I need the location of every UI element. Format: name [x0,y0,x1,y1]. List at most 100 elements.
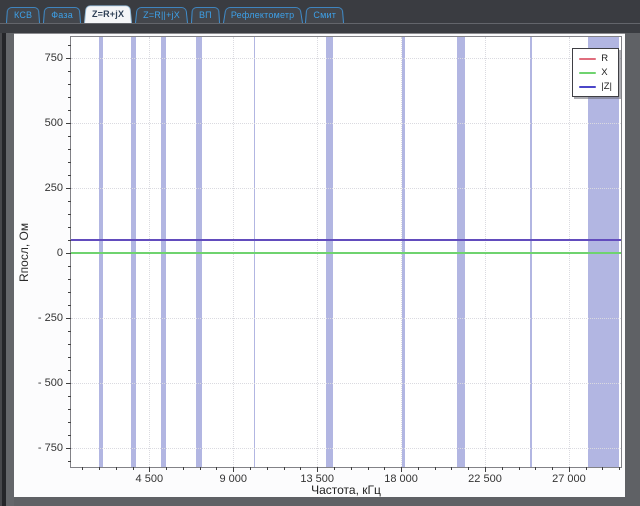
x-minor-tick [250,467,251,470]
x-minor-tick [435,467,436,470]
y-minor-tick [68,45,71,46]
y-gridline [71,58,621,59]
y-minor-tick [68,201,71,202]
y-tick-label: 0 [57,247,63,259]
legend-label-x: X [601,68,607,77]
tab-faza-label: Фаза [51,10,73,20]
x-minor-tick [300,467,301,470]
plot-area[interactable]: 4 5009 00013 50018 00022 50027 000750500… [70,36,622,468]
y-minor-tick [68,292,71,293]
x-minor-tick [502,467,503,470]
y-minor-tick [68,331,71,332]
legend-item-z: |Z| [579,82,612,91]
x-minor-tick [535,467,536,470]
tab-vp-label: ВП [199,10,212,20]
x-minor-tick [166,467,167,470]
x-minor-tick [368,467,369,470]
y-gridline [71,448,621,449]
x-minor-tick [418,467,419,470]
legend: R X |Z| [572,48,619,97]
y-axis-title: Rпосл, Ом [17,36,31,468]
tab-z-series[interactable]: Z=R+jX [84,4,132,23]
y-minor-tick [68,110,71,111]
x-major-tick [485,467,486,472]
y-major-tick [66,58,71,59]
y-minor-tick [68,344,71,345]
legend-item-x: X [579,68,612,77]
x-minor-tick [82,467,83,470]
y-minor-tick [68,370,71,371]
y-tick-label: - 250 [38,312,63,324]
y-minor-tick [68,461,71,462]
x-minor-tick [334,467,335,470]
tab-strip: КСВ Фаза Z=R+jX Z=R||+jX ВП Рефлектометр… [6,6,344,23]
series-line-X [71,252,621,254]
x-minor-tick [384,467,385,470]
y-minor-tick [68,214,71,215]
x-major-tick [569,467,570,472]
x-minor-tick [451,467,452,470]
y-tick-label: 750 [45,52,63,64]
x-minor-tick [619,467,620,470]
y-tick-label: - 750 [38,442,63,454]
x-minor-tick [200,467,201,470]
x-minor-tick [586,467,587,470]
tab-vp[interactable]: ВП [191,6,220,23]
x-minor-tick [468,467,469,470]
window-frame-left [0,0,14,506]
x-major-tick [317,467,318,472]
y-minor-tick [68,97,71,98]
y-major-tick [66,188,71,189]
legend-label-z: |Z| [601,82,612,91]
y-minor-tick [68,266,71,267]
y-minor-tick [68,175,71,176]
y-minor-tick [68,409,71,410]
tab-bar: КСВ Фаза Z=R+jX Z=R||+jX ВП Рефлектометр… [0,0,640,33]
y-minor-tick [68,149,71,150]
y-minor-tick [68,279,71,280]
x-minor-tick [351,467,352,470]
tab-smith-label: Смит [313,10,336,20]
y-minor-tick [68,435,71,436]
legend-swatch-x-line [579,72,596,74]
y-major-tick [66,448,71,449]
tab-ksv-label: КСВ [14,10,32,20]
x-minor-tick [183,467,184,470]
chart-panel: Rпосл, Ом 4 5009 00013 50018 00022 50027… [14,33,625,497]
y-tick-label: - 500 [38,377,63,389]
y-minor-tick [68,84,71,85]
x-major-tick [233,467,234,472]
legend-swatch-r-line [579,58,596,60]
tab-ksv[interactable]: КСВ [6,6,40,23]
y-major-tick [66,383,71,384]
tab-smith[interactable]: Смит [305,6,344,23]
y-minor-tick [68,422,71,423]
x-minor-tick [99,467,100,470]
tab-z-series-label: Z=R+jX [92,9,124,19]
x-axis-title: Частота, кГц [70,483,622,497]
tab-reflectometer[interactable]: Рефлектометр [223,6,303,23]
x-major-tick [149,467,150,472]
x-major-tick [401,467,402,472]
legend-label-r: R [601,54,608,63]
legend-swatch-z-line [579,86,596,88]
y-gridline [71,383,621,384]
y-minor-tick [68,396,71,397]
tab-z-parallel-label: Z=R||+jX [143,10,180,20]
x-minor-tick [216,467,217,470]
legend-item-r: R [579,54,612,63]
y-gridline [71,318,621,319]
tab-faza[interactable]: Фаза [43,6,81,23]
y-gridline [71,188,621,189]
y-major-tick [66,318,71,319]
y-minor-tick [68,162,71,163]
tab-reflectometer-label: Рефлектометр [231,10,295,20]
x-minor-tick [284,467,285,470]
tab-z-parallel[interactable]: Z=R||+jX [135,6,188,23]
x-minor-tick [519,467,520,470]
y-gridline [71,123,621,124]
y-minor-tick [68,305,71,306]
y-tick-label: 500 [45,117,63,129]
y-tick-label: 250 [45,182,63,194]
series-line-|Z| [71,239,621,241]
